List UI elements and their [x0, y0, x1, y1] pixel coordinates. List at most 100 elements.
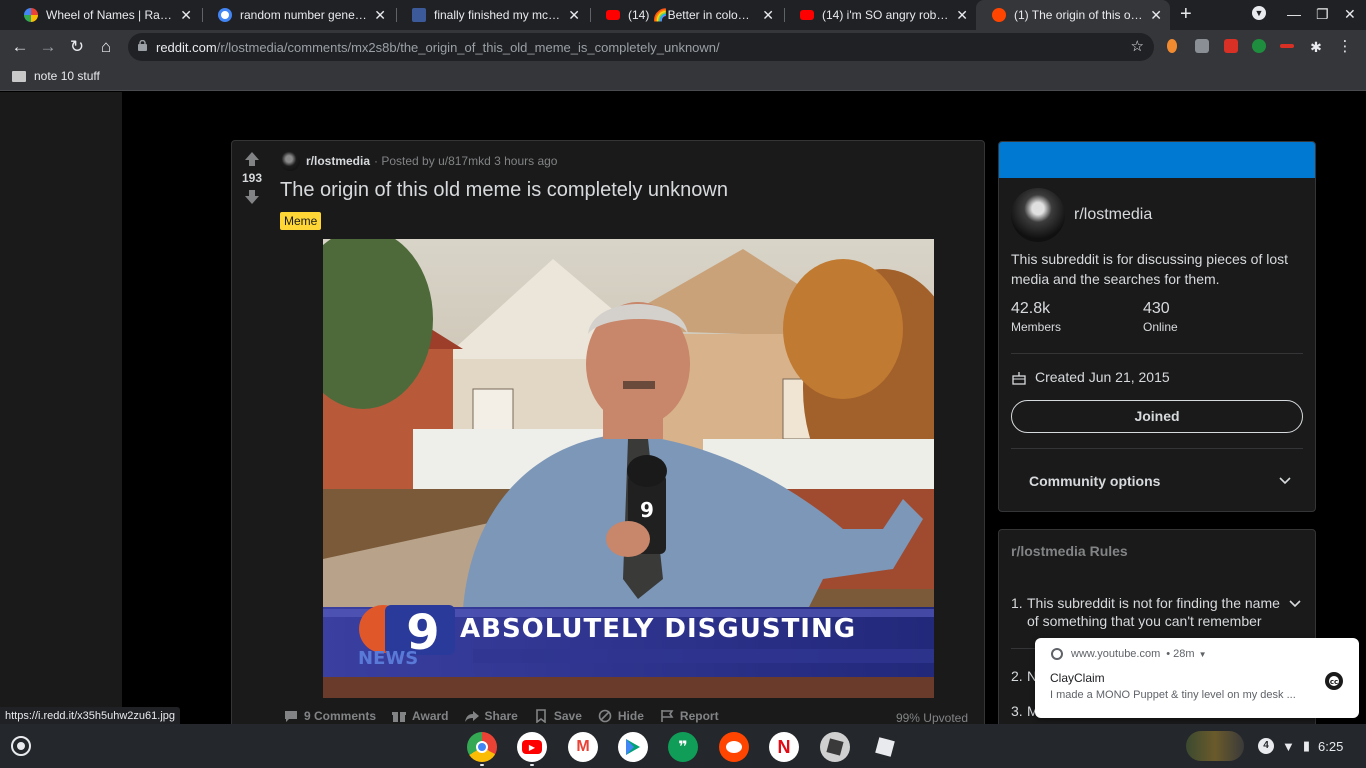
close-icon[interactable]: ✕: [956, 7, 968, 24]
close-icon[interactable]: ✕: [568, 7, 580, 24]
reddit-icon: [992, 8, 1006, 22]
notification-source: www.youtube.com • 28m ▼: [1051, 648, 1207, 660]
chrome-app-icon[interactable]: [467, 732, 497, 762]
post-flair[interactable]: Meme: [280, 212, 322, 230]
back-arrow-icon[interactable]: ←: [9, 36, 31, 58]
news-screenshot-picture: 9 9 ABSOLUTELY DISGUSTING NEWS: [323, 239, 934, 698]
news-logo-text: NEWS: [358, 648, 418, 669]
bookmark-star-icon[interactable]: ☆: [1131, 37, 1144, 55]
tab-youtube-roblox[interactable]: (14) i'm SO angry roblox... - YouTube ✕: [784, 0, 976, 30]
subreddit-avatar-icon[interactable]: [280, 151, 300, 171]
online-stat: 430 Online: [1143, 300, 1178, 334]
netflix-app-icon[interactable]: N: [769, 732, 799, 762]
post-actions: 9 Comments Award Share Save Hide Report: [284, 709, 735, 723]
extensions-puzzle-icon[interactable]: ✱: [1305, 36, 1327, 58]
gift-icon: [392, 712, 407, 722]
tab-reddit-active[interactable]: (1) The origin of this old meme ✕: [976, 0, 1170, 30]
tab-youtube-colour[interactable]: (14) 🌈Better in colour🔥 ✕: [590, 0, 782, 30]
rule-text: This subreddit is not for finding the na…: [1027, 595, 1280, 629]
youtube-icon: [606, 10, 620, 20]
close-icon[interactable]: ✕: [374, 7, 386, 24]
play-store-app-icon[interactable]: [618, 732, 648, 762]
extension-icon[interactable]: [1280, 44, 1294, 48]
lock-icon: [138, 40, 147, 51]
youtube-notification[interactable]: www.youtube.com • 28m ▼ ClayClaim I made…: [1035, 638, 1359, 718]
about-community-card: r/lostmedia This subreddit is for discus…: [998, 141, 1316, 512]
divider: [1011, 353, 1303, 354]
wifi-icon: ▼: [1282, 738, 1295, 754]
tab-mcdonalds[interactable]: finally finished my mcdonalds ✕: [396, 0, 588, 30]
extension-icon[interactable]: [1224, 39, 1238, 53]
tab-search-chevron-icon[interactable]: ▼: [1252, 6, 1266, 20]
award-label: Award: [412, 709, 449, 723]
restore-icon[interactable]: ❐: [1316, 6, 1329, 23]
comments-button[interactable]: 9 Comments: [284, 709, 376, 723]
minimize-icon[interactable]: —: [1287, 6, 1301, 22]
url-text: reddit.com/r/lostmedia/comments/mx2s8b/t…: [156, 40, 720, 55]
hide-button[interactable]: Hide: [598, 709, 644, 723]
close-icon[interactable]: ✕: [762, 7, 774, 24]
award-button[interactable]: Award: [392, 709, 449, 723]
post-image[interactable]: 9 9 ABSOLUTELY DISGUSTING NEWS: [323, 239, 934, 698]
channel-avatar-icon: cc: [1325, 672, 1343, 690]
extension-icon[interactable]: [1252, 39, 1266, 53]
extension-icon[interactable]: [1167, 39, 1177, 53]
post-title[interactable]: The origin of this old meme is completel…: [280, 179, 728, 202]
notification-time: • 28m: [1166, 648, 1195, 660]
created-label: Created Jun 21, 2015: [1035, 369, 1170, 385]
chevron-down-icon[interactable]: ▼: [1199, 650, 1207, 659]
close-window-icon[interactable]: ✕: [1344, 6, 1356, 23]
created-date: Created Jun 21, 2015: [1011, 369, 1170, 385]
close-icon[interactable]: ✕: [1150, 7, 1162, 24]
share-button[interactable]: Share: [464, 709, 518, 723]
posted-by: · Posted by u/817mkd 3 hours ago: [374, 154, 558, 168]
hangouts-app-icon[interactable]: ❞: [668, 732, 698, 762]
bookmark-icon: [536, 709, 546, 723]
reddit-app-icon[interactable]: [719, 732, 749, 762]
roblox-app-icon[interactable]: [820, 732, 850, 762]
youtube-app-icon[interactable]: ▶: [517, 732, 547, 762]
rule-number: 2.: [1011, 668, 1023, 684]
address-bar[interactable]: reddit.com/r/lostmedia/comments/mx2s8b/t…: [128, 33, 1154, 61]
left-panel: [0, 92, 122, 724]
close-icon[interactable]: ✕: [180, 7, 192, 24]
tab-wheel-of-names[interactable]: Wheel of Names | Random name picker ✕: [8, 0, 200, 30]
community-name[interactable]: r/lostmedia: [1074, 206, 1152, 224]
tab-label: random number generator - Google Search: [240, 8, 368, 22]
subreddit-link[interactable]: r/lostmedia: [306, 154, 370, 168]
browser-toolbar: ← → ↻ ⌂ reddit.com/r/lostmedia/comments/…: [0, 30, 1366, 63]
system-tray[interactable]: 4 ▼ ▮ 6:25: [1258, 732, 1343, 760]
downvote-arrow-icon[interactable]: [244, 189, 260, 205]
community-avatar[interactable]: [1011, 188, 1065, 242]
members-count: 42.8k: [1011, 300, 1051, 317]
hide-label: Hide: [617, 709, 644, 723]
community-options-toggle[interactable]: Community options: [1029, 473, 1291, 489]
flag-icon: [661, 710, 674, 722]
save-button[interactable]: Save: [534, 709, 582, 723]
extension-icon[interactable]: [1195, 39, 1209, 53]
new-tab-plus-icon[interactable]: +: [1180, 4, 1192, 24]
tab-strip: Wheel of Names | Random name picker ✕ ra…: [0, 0, 1366, 30]
forward-arrow-icon[interactable]: →: [37, 36, 59, 58]
chromeos-shelf: ▶ M ❞ N 4 ▼ ▮ 6:25: [0, 724, 1366, 768]
tab-google-search[interactable]: random number generator - Google Search …: [202, 0, 394, 30]
report-button[interactable]: Report: [660, 709, 719, 723]
reddit-page: 193 r/lostmedia · Posted by u/817mkd 3 h…: [0, 92, 1366, 740]
more-menu-icon[interactable]: ⋮: [1334, 36, 1356, 58]
launcher-icon[interactable]: [11, 736, 31, 756]
home-icon[interactable]: ⌂: [95, 36, 117, 58]
report-label: Report: [679, 709, 719, 723]
tab-label: (1) The origin of this old meme: [1014, 8, 1144, 22]
reload-icon[interactable]: ↻: [66, 36, 88, 58]
joined-button[interactable]: Joined: [1011, 400, 1303, 433]
chevron-down-icon: [1279, 477, 1291, 485]
upvote-arrow-icon[interactable]: [244, 151, 260, 167]
bookmarks-bar: note 10 stuff: [0, 63, 1366, 91]
roblox-studio-app-icon[interactable]: [870, 732, 900, 762]
gmail-app-icon[interactable]: M: [568, 732, 598, 762]
holding-space-tray[interactable]: [1186, 731, 1244, 761]
tab-label: finally finished my mcdonalds: [434, 8, 562, 22]
bookmark-folder[interactable]: note 10 stuff: [12, 69, 100, 83]
rule-item[interactable]: 1. This subreddit is not for finding the…: [1011, 594, 1307, 630]
running-indicator: [480, 764, 484, 766]
